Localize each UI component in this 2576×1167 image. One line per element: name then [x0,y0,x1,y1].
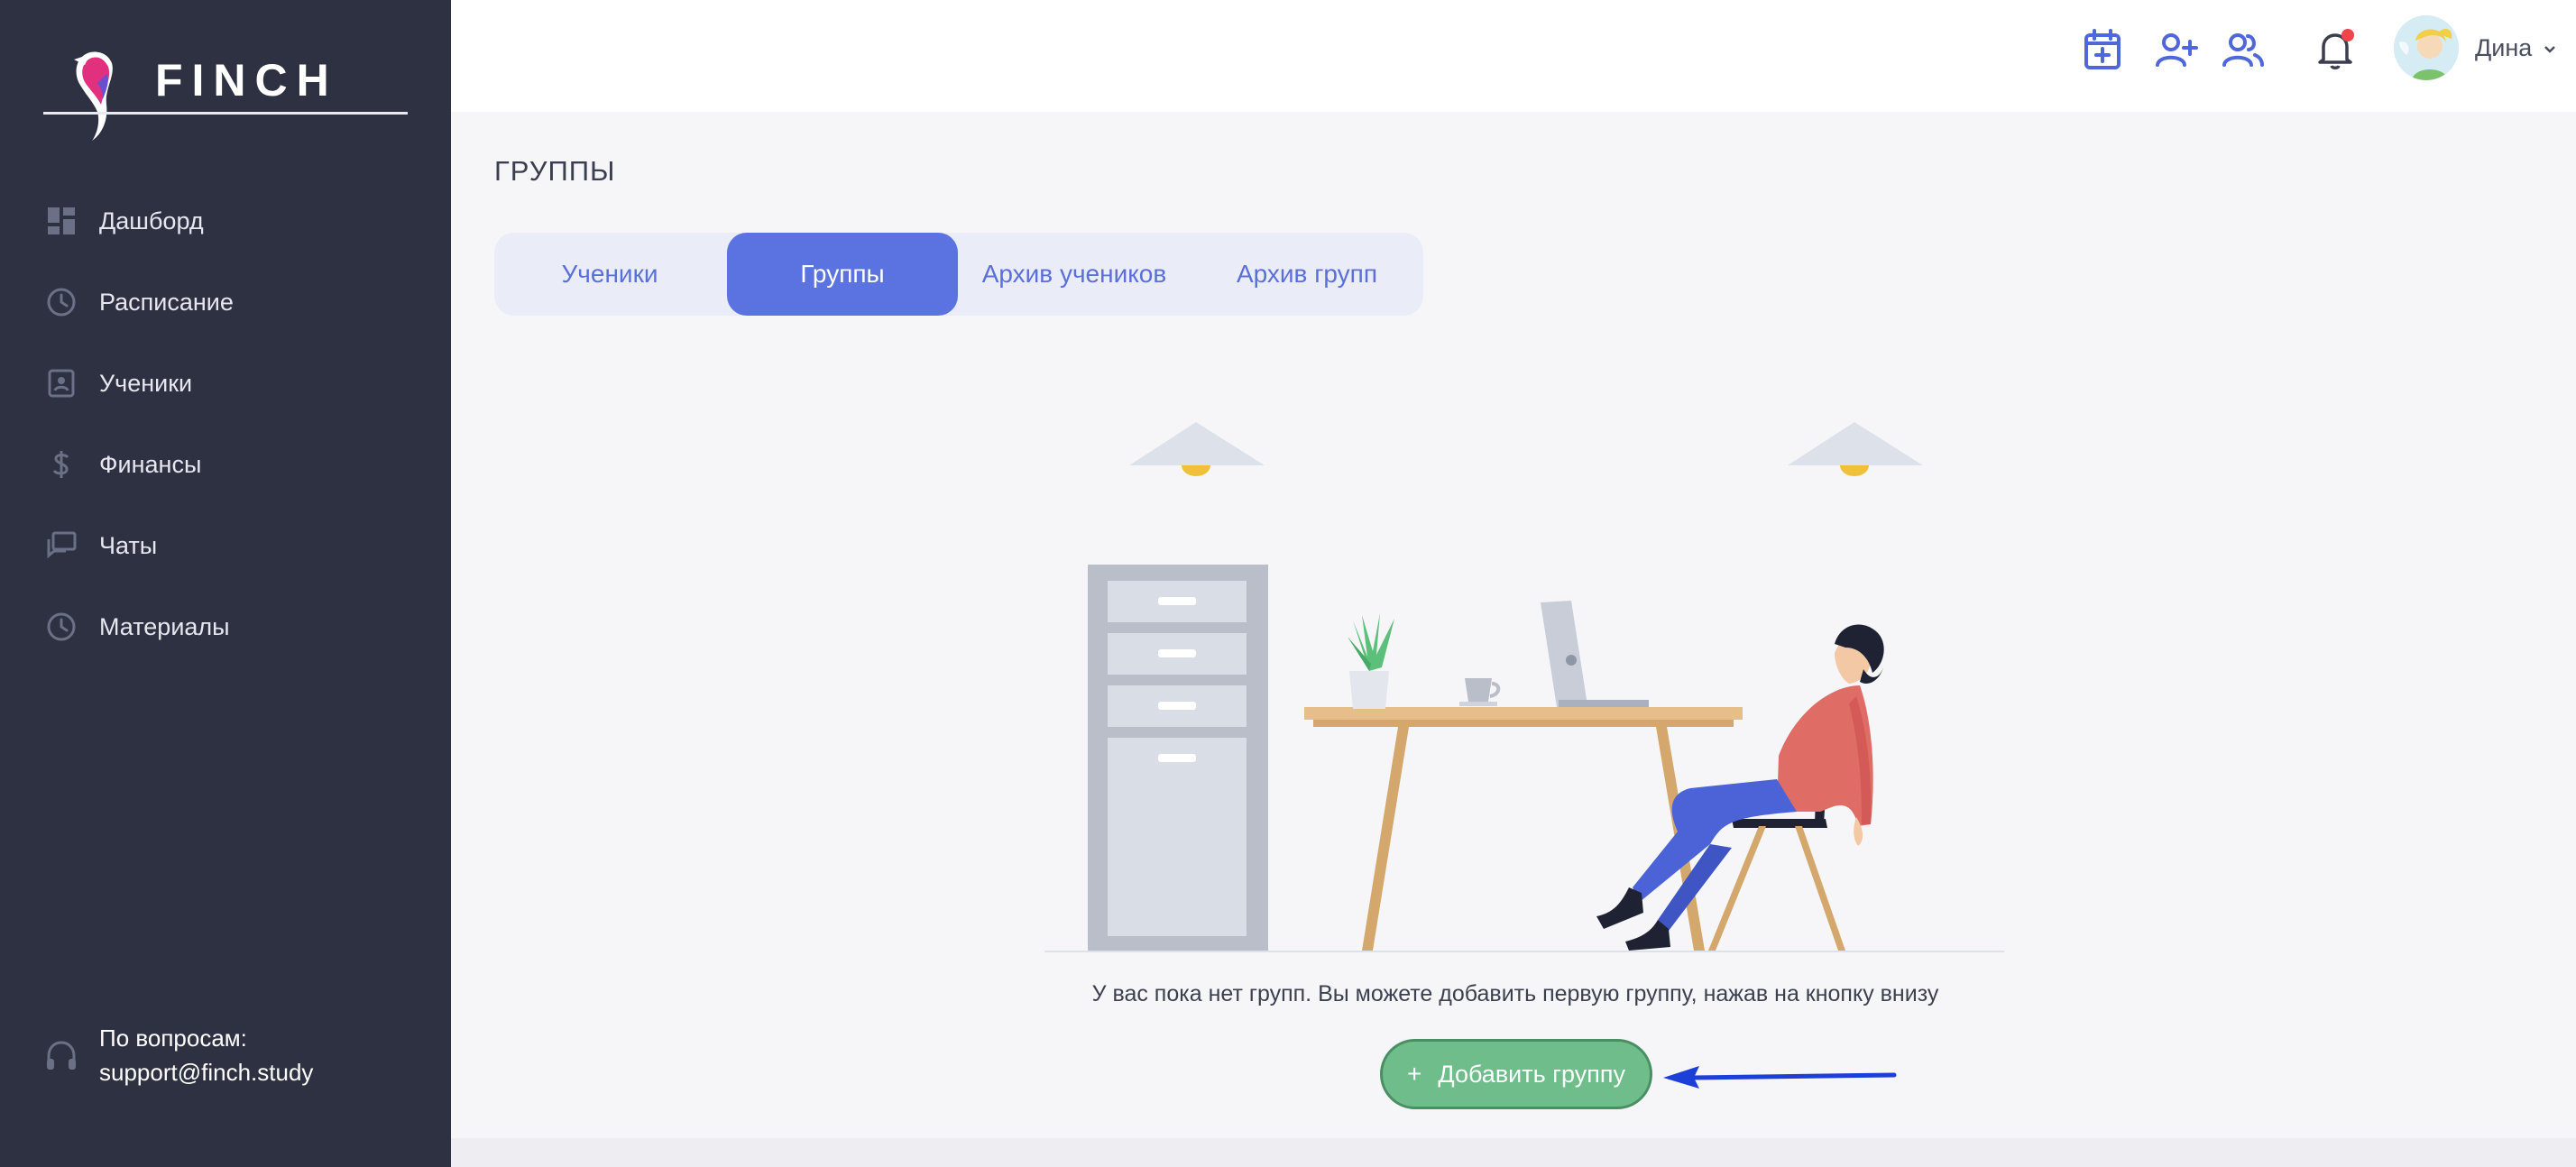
support-block: По вопросам: support@finch.study [43,1021,313,1089]
sidebar-item-label: Расписание [99,288,234,316]
sidebar-item-dashboard[interactable]: Дашборд [0,180,451,262]
floor-line [1044,951,2004,952]
user-menu[interactable]: Дина [2475,34,2557,62]
tab-bar: Ученики Группы Архив учеников Архив груп… [494,233,1423,316]
dashboard-icon [43,203,79,239]
chat-icon [43,528,79,564]
lamp-left [1129,422,1265,476]
sidebar-item-label: Финансы [99,450,202,478]
sidebar-item-label: Чаты [99,531,158,559]
support-email-link[interactable]: support@finch.study [99,1055,313,1089]
tab-groups-archive[interactable]: Архив групп [1191,233,1423,316]
sidebar-item-finances[interactable]: Финансы [0,424,451,505]
chevron-down-icon [2544,45,2555,53]
sidebar-item-label: Ученики [99,369,193,397]
add-user-icon[interactable] [2154,27,2199,72]
logo-underline [43,112,408,115]
brand-name: FINCH [155,55,338,106]
sidebar-item-label: Дашборд [99,207,204,234]
sidebar-item-students[interactable]: Ученики [0,343,451,424]
sidebar-item-chats[interactable]: Чаты [0,505,451,586]
support-label: По вопросам: [99,1025,247,1052]
headset-icon [47,1041,76,1070]
dollar-icon [43,446,79,482]
tab-students[interactable]: Ученики [494,233,725,316]
clock-icon [43,609,79,645]
notification-dot [2341,29,2354,41]
plus-icon: + [1407,1060,1422,1088]
brand-logo[interactable]: FINCH [43,43,408,142]
sidebar-nav: Дашборд Расписание Ученики Финансы Чаты [0,180,451,667]
clock-icon [43,284,79,320]
reclining-person [1596,624,1884,951]
add-group-label: Добавить группу [1438,1060,1625,1088]
finch-bird-icon [74,51,113,141]
coffee-cup [1459,678,1501,706]
empty-state-illustration [1044,422,2004,952]
laptop [1541,601,1649,707]
sidebar: FINCH Дашборд Расписание Ученики Финансы… [0,0,451,1167]
annotation-arrow-icon [1663,1066,1897,1089]
sidebar-item-label: Материалы [99,612,230,640]
calendar-add-icon[interactable] [2080,27,2125,72]
contact-card-icon [43,365,79,401]
plant [1348,613,1394,709]
empty-state-message: У вас пока нет групп. Вы можете добавить… [1091,981,1939,1006]
user-name: Дина [2475,34,2533,61]
avatar[interactable] [2394,15,2459,80]
page-title: ГРУППЫ [494,155,616,187]
users-icon[interactable] [2221,27,2266,72]
add-group-button[interactable]: + Добавить группу [1380,1039,1652,1109]
sidebar-item-materials[interactable]: Материалы [0,586,451,667]
tab-groups[interactable]: Группы [727,233,958,316]
top-header: Дина [451,0,2576,112]
file-cabinet [1088,565,1268,951]
footer-strip [451,1138,2576,1167]
sidebar-item-schedule[interactable]: Расписание [0,262,451,343]
lamp-right [1788,422,1923,476]
tab-students-archive[interactable]: Архив учеников [958,233,1191,316]
